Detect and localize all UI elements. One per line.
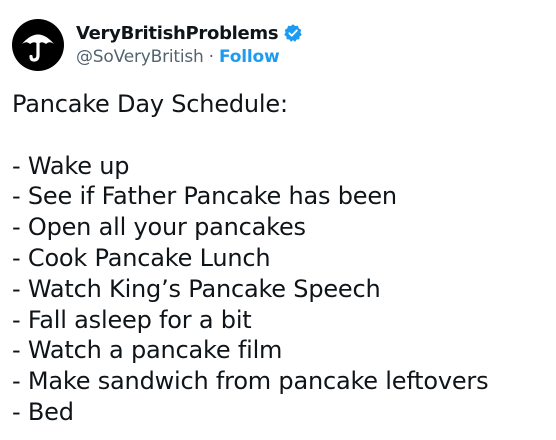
tweet-heading: Pancake Day Schedule: bbox=[12, 90, 288, 118]
display-name[interactable]: VeryBritishProblems bbox=[76, 23, 279, 44]
verified-badge-icon bbox=[283, 23, 303, 43]
list-item: - Fall asleep for a bit bbox=[12, 305, 252, 334]
list-item: - Cook Pancake Lunch bbox=[12, 243, 271, 272]
handle-row: @SoVeryBritish · Follow bbox=[76, 45, 303, 69]
list-item: - Open all your pancakes bbox=[12, 213, 306, 242]
list-item: - See if Father Pancake has been bbox=[12, 182, 397, 211]
umbrella-icon bbox=[22, 34, 54, 62]
account-handle[interactable]: @SoVeryBritish bbox=[76, 47, 204, 67]
list-item: - Watch a pancake film bbox=[12, 336, 283, 365]
tweet-card: VeryBritishProblems @SoVeryBritish · Fol… bbox=[0, 0, 556, 440]
tweet-header: VeryBritishProblems @SoVeryBritish · Fol… bbox=[12, 14, 303, 76]
list-item: - Make sandwich from pancake leftovers bbox=[12, 367, 489, 396]
separator-dot: · bbox=[208, 47, 215, 67]
list-item: - Watch King’s Pancake Speech bbox=[12, 274, 381, 303]
follow-button[interactable]: Follow bbox=[219, 47, 280, 67]
list-item: - Bed bbox=[12, 397, 74, 426]
list-item: - Wake up bbox=[12, 151, 130, 180]
avatar[interactable] bbox=[12, 19, 64, 71]
name-row: VeryBritishProblems bbox=[76, 21, 303, 45]
tweet-text: Pancake Day Schedule: - Wake up - See if… bbox=[12, 89, 552, 428]
account-info: VeryBritishProblems @SoVeryBritish · Fol… bbox=[76, 21, 303, 69]
